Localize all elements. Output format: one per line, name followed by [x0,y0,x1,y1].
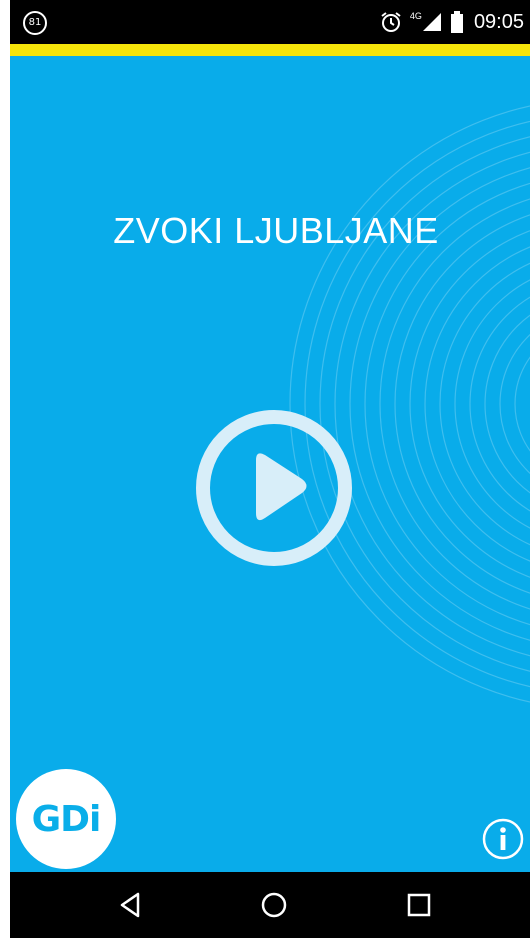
app-screen: 81 4G 09:05 ZVOKI LJUBLJANE GDi [10,0,530,938]
signal-group: 4G [409,11,442,32]
info-button[interactable] [482,818,524,860]
gdi-logo: GDi [16,769,116,869]
home-icon[interactable] [257,888,291,922]
notification-count-icon: 81 [23,11,47,35]
battery-icon [450,11,463,33]
notification-count: 81 [23,11,47,35]
navigation-bar [10,872,530,938]
status-icons: 4G 09:05 [380,0,524,44]
info-icon [482,818,524,860]
status-bar: 81 4G 09:05 [10,0,530,44]
alarm-icon [381,12,401,32]
play-icon [196,410,352,566]
status-time: 09:05 [473,10,524,33]
app-title: ZVOKI LJUBLJANE [113,210,439,251]
logo-text: GDi [31,798,102,840]
signal-icon [422,13,441,31]
recents-icon[interactable] [402,888,436,922]
back-icon[interactable] [114,888,148,922]
accent-strip [10,44,530,56]
network-type: 4G [409,11,422,21]
play-button[interactable] [194,408,354,568]
